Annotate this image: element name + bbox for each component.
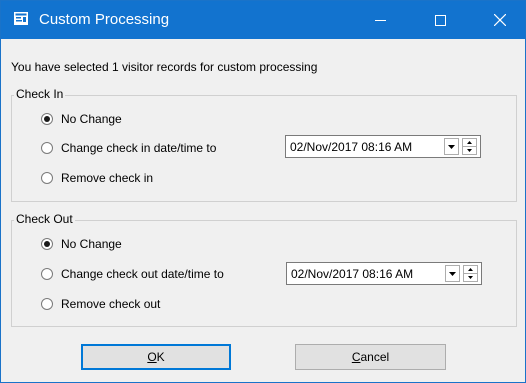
radio-button[interactable] [41, 268, 53, 280]
arrow-up-icon [468, 268, 473, 271]
check-in-datetime-picker[interactable]: 02/Nov/2017 08:16 AM [285, 135, 481, 158]
dropdown-button[interactable] [445, 265, 460, 282]
check-in-change-radio[interactable]: Change check in date/time to [41, 140, 216, 156]
spin-up-button[interactable] [463, 139, 476, 147]
radio-button[interactable] [41, 113, 53, 125]
ok-label: K [156, 350, 165, 364]
close-icon [494, 14, 506, 26]
chevron-down-icon [449, 271, 456, 276]
form-window-icon [14, 12, 28, 25]
intro-text: You have selected 1 visitor records for … [11, 60, 318, 74]
radio-button[interactable] [41, 298, 53, 310]
radio-label: Remove check out [61, 297, 161, 311]
radio-button[interactable] [41, 238, 53, 250]
radio-label: No Change [61, 112, 122, 126]
check-out-legend: Check Out [14, 212, 75, 226]
radio-label: Change check out date/time to [61, 267, 224, 281]
radio-button[interactable] [41, 172, 53, 184]
ok-button[interactable]: OK [81, 344, 231, 370]
arrow-down-icon [468, 276, 473, 279]
custom-processing-dialog: Custom Processing You have selected 1 vi… [0, 0, 526, 383]
radio-button[interactable] [41, 142, 53, 154]
spin-control[interactable] [462, 138, 477, 155]
check-out-remove-radio[interactable]: Remove check out [41, 296, 160, 312]
check-in-datetime-value[interactable]: 02/Nov/2017 08:16 AM [290, 140, 412, 154]
maximize-button[interactable] [417, 1, 463, 39]
check-out-group: Check Out No Change Change check out dat… [11, 212, 517, 327]
spin-down-button[interactable] [464, 274, 477, 281]
title-bar[interactable]: Custom Processing [1, 1, 525, 39]
check-in-remove-radio[interactable]: Remove check in [41, 170, 153, 186]
spin-up-button[interactable] [464, 266, 477, 274]
arrow-up-icon [467, 141, 472, 144]
ok-mnemonic: O [147, 350, 157, 364]
minimize-button[interactable] [357, 1, 403, 39]
cancel-label: ancel [360, 350, 390, 364]
cancel-mnemonic: C [351, 350, 361, 364]
check-out-no-change-radio[interactable]: No Change [41, 236, 122, 252]
arrow-down-icon [467, 149, 472, 152]
spin-down-button[interactable] [463, 147, 476, 154]
check-out-datetime-picker[interactable]: 02/Nov/2017 08:16 AM [286, 262, 482, 285]
window-title: Custom Processing [39, 11, 170, 28]
dialog-body: You have selected 1 visitor records for … [1, 39, 525, 382]
chevron-down-icon [448, 144, 455, 149]
dropdown-button[interactable] [444, 138, 459, 155]
radio-label: No Change [61, 237, 122, 251]
maximize-icon [434, 14, 446, 26]
check-out-change-radio[interactable]: Change check out date/time to [41, 266, 224, 282]
spin-control[interactable] [463, 265, 478, 282]
radio-label: Change check in date/time to [61, 141, 217, 155]
cancel-button[interactable]: Cancel [295, 344, 446, 370]
check-in-legend: Check In [14, 87, 66, 101]
check-in-no-change-radio[interactable]: No Change [41, 111, 122, 127]
check-in-group: Check In No Change Change check in date/… [11, 87, 517, 202]
close-button[interactable] [477, 1, 523, 39]
radio-label: Remove check in [61, 171, 154, 185]
check-out-datetime-value[interactable]: 02/Nov/2017 08:16 AM [291, 267, 413, 281]
minimize-icon [374, 19, 386, 21]
